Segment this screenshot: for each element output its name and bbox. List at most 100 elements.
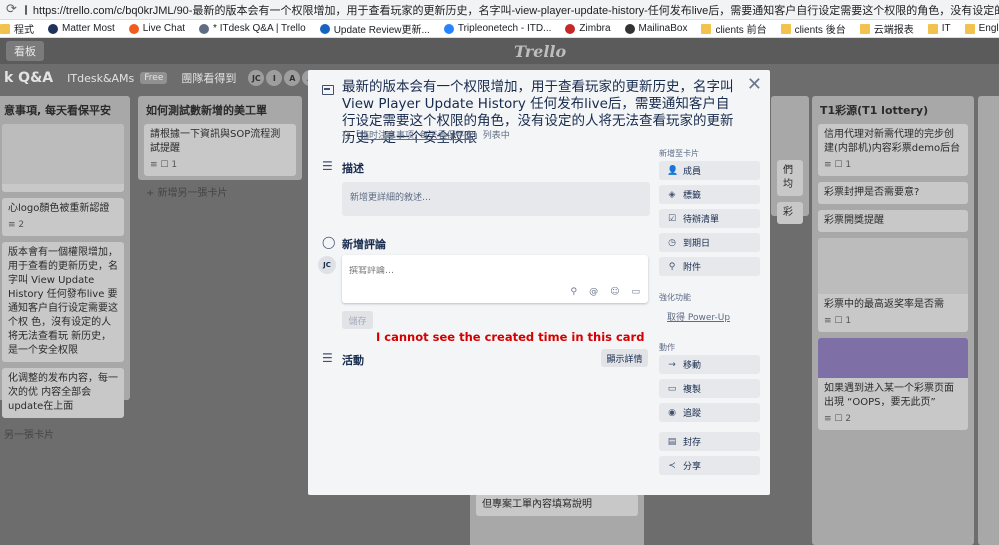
list-card[interactable]: 心logo顏色被重新認證 ≡ 2 — [2, 198, 124, 236]
activity-icon: ☰ — [322, 351, 333, 365]
card-cover-image — [818, 338, 968, 378]
comment-icon: ◯ — [322, 235, 336, 249]
add-card-button[interactable]: + 新增另一張卡片 — [144, 182, 296, 201]
mention-icon[interactable]: @ — [589, 287, 598, 297]
watch-button[interactable]: ◉ 追蹤 — [659, 403, 760, 422]
lock-icon[interactable] — [24, 4, 27, 15]
move-button[interactable]: → 移動 — [659, 355, 760, 374]
bookmark-label: Tripleonetech - ITD... — [457, 23, 552, 34]
list-link[interactable]: 临时注意事项, 每天看保平安 — [360, 131, 474, 141]
description-field[interactable]: 新增更詳細的敘述… — [342, 182, 650, 216]
list-card[interactable]: 信用代理对新需代理的完步创建(内部机)内容彩票demo后台 ≡ ☐ 1 — [818, 124, 968, 176]
list-card[interactable]: 彩票開獎提醒 — [818, 210, 968, 232]
bookmark-label: MailinaBox — [638, 23, 688, 34]
list-title[interactable]: 如何測試數新增的美工單 — [144, 100, 296, 124]
comment-input[interactable] — [349, 266, 549, 276]
share-button[interactable]: ≺ 分享 — [659, 456, 760, 475]
bookmark-item[interactable]: Matter Most — [48, 23, 115, 34]
list-card[interactable]: 如果遇到进入某一个彩票页面出現 “OOPS，要无此页” ≡ ☐ 2 — [818, 338, 968, 430]
list-card[interactable]: 請根據一下資訊與SOP流程測試提醒 ≡ ☐ 1 — [144, 124, 296, 176]
list-card[interactable]: 彩票封押是否需要意? — [818, 182, 968, 204]
bookmark-item[interactable]: Live Chat — [128, 23, 186, 34]
archive-button[interactable]: ▤ 封存 — [659, 432, 760, 451]
board-name[interactable]: k Q&A — [4, 70, 53, 86]
attachment-button[interactable]: ⚲ 附件 — [659, 257, 760, 276]
avatar[interactable]: JC — [318, 256, 336, 274]
list-card[interactable]: 版本會有一個權限增加，用于查看的更新历史，名字叫 View Update His… — [2, 242, 124, 362]
team-plan-badge: Free — [140, 72, 168, 84]
matter-most-icon — [48, 23, 58, 34]
close-icon[interactable]: ✕ — [747, 74, 762, 95]
attachment-icon[interactable]: ⚲ — [571, 287, 578, 297]
list-safety-notes: 意事項, 每天看保平安 心logo顏色被重新認證 ≡ 2 版本會有一個權限增加，用… — [0, 96, 130, 441]
button-label: 複製 — [683, 385, 702, 395]
list-card[interactable]: 但專案工單內容填寫說明 — [476, 494, 638, 516]
bookmark-item[interactable]: * ITdesk Q&A | Trello — [199, 23, 306, 34]
list-title[interactable]: 意事項, 每天看保平安 — [2, 100, 124, 124]
bookmark-item[interactable]: MailinaBox — [624, 23, 688, 34]
member-avatar[interactable]: JC — [248, 70, 265, 86]
reload-icon[interactable]: ⟳ — [6, 2, 17, 17]
update-review-icon — [319, 23, 330, 34]
card-link-icon[interactable]: ▭ — [631, 287, 640, 297]
description-icon: ☰ — [322, 159, 333, 173]
bookmark-item[interactable]: Zimbra — [565, 23, 611, 34]
list-art-test: 如何測試數新增的美工單 請根據一下資訊與SOP流程測試提醒 ≡ ☐ 1 + 新增另… — [138, 96, 302, 199]
bookmark-item[interactable]: 程式 — [0, 21, 34, 36]
bookmark-item[interactable]: clients 後台 — [780, 21, 846, 36]
list-title[interactable]: T1彩源(T1 lottery) — [818, 100, 968, 124]
comment-heading: 新增評論 — [342, 238, 386, 251]
bookmark-item[interactable]: IT — [927, 23, 951, 34]
member-avatar[interactable]: A — [284, 70, 301, 86]
member-avatar[interactable]: I — [266, 70, 283, 86]
team-name[interactable]: ITdesk&AMs — [67, 72, 134, 85]
get-powerups-link[interactable]: 取得 Power-Up — [667, 310, 730, 323]
copy-button[interactable]: ▭ 複製 — [659, 379, 760, 398]
comment-box[interactable]: ⚲ @ ☺ ▭ — [342, 255, 648, 303]
activity-heading: 活動 — [342, 354, 364, 367]
move-icon: → — [668, 359, 676, 370]
card-text: 但專案工單內容填寫說明 — [482, 499, 592, 510]
show-details-button[interactable]: 顯示詳情 — [601, 349, 648, 367]
bookmark-label: Matter Most — [62, 23, 115, 34]
url-text[interactable]: https://trello.com/c/bq0krJML/90-最新的版本会有… — [33, 2, 999, 18]
clock-icon: ◷ — [668, 237, 676, 248]
label-icon: ◈ — [668, 189, 676, 200]
card-text: 版本會有一個權限增加，用于查看的更新历史，名字叫 View Update His… — [8, 247, 118, 356]
card-text: 彩票封押是否需要意? — [824, 187, 920, 198]
save-button[interactable]: 儲存 — [342, 311, 373, 329]
trello-logo[interactable]: Trello — [514, 42, 566, 61]
list-offscreen — [978, 96, 999, 545]
board-visibility[interactable]: 團隊看得到 — [181, 70, 236, 86]
trello-icon — [199, 23, 210, 34]
bookmark-item[interactable]: clients 前台 — [701, 21, 767, 36]
clock-button[interactable]: ◷ 到期日 — [659, 233, 760, 252]
folder-icon — [859, 23, 870, 34]
tripleonetech-icon — [443, 23, 454, 34]
list-card[interactable] — [2, 124, 124, 192]
bookmark-item[interactable]: Update Review更新... — [319, 21, 430, 36]
bookmark-label: Live Chat — [142, 23, 186, 34]
bookmark-item[interactable]: English — [964, 23, 999, 34]
list-card[interactable]: 彩 — [777, 202, 803, 224]
boards-button[interactable]: 看板 — [6, 41, 44, 61]
emoji-icon[interactable]: ☺ — [610, 287, 619, 297]
address-bar[interactable]: ⟳ https://trello.com/c/bq0krJML/90-最新的版本… — [0, 0, 999, 20]
add-card-button[interactable]: 另一張卡片 — [2, 424, 124, 443]
card-cover-image — [818, 238, 968, 294]
button-label: 標籤 — [683, 191, 702, 201]
list-card[interactable]: 化调整的发布内容，每一次的优 内容全部会update在上面 — [2, 368, 124, 418]
label-button[interactable]: ◈ 標籤 — [659, 185, 760, 204]
list-card[interactable]: 們均 — [777, 160, 803, 196]
card-text: 彩 — [783, 207, 793, 218]
bookmark-item[interactable]: Tripleonetech - ITD... — [443, 23, 552, 34]
bookmark-label: clients 前台 — [715, 25, 767, 36]
folder-icon — [964, 23, 975, 34]
bookmark-label: English — [978, 23, 999, 34]
member-button[interactable]: 👤 成員 — [659, 161, 760, 180]
list-card[interactable]: 彩票中的最高返奖率是否需 ≡ ☐ 1 — [818, 238, 968, 332]
card-badges: ≡ ☐ 1 — [150, 160, 178, 170]
bookmark-label: 云端报表 — [873, 25, 914, 36]
checklist-button[interactable]: ☑ 待辦清單 — [659, 209, 760, 228]
bookmark-item[interactable]: 云端报表 — [859, 21, 914, 36]
